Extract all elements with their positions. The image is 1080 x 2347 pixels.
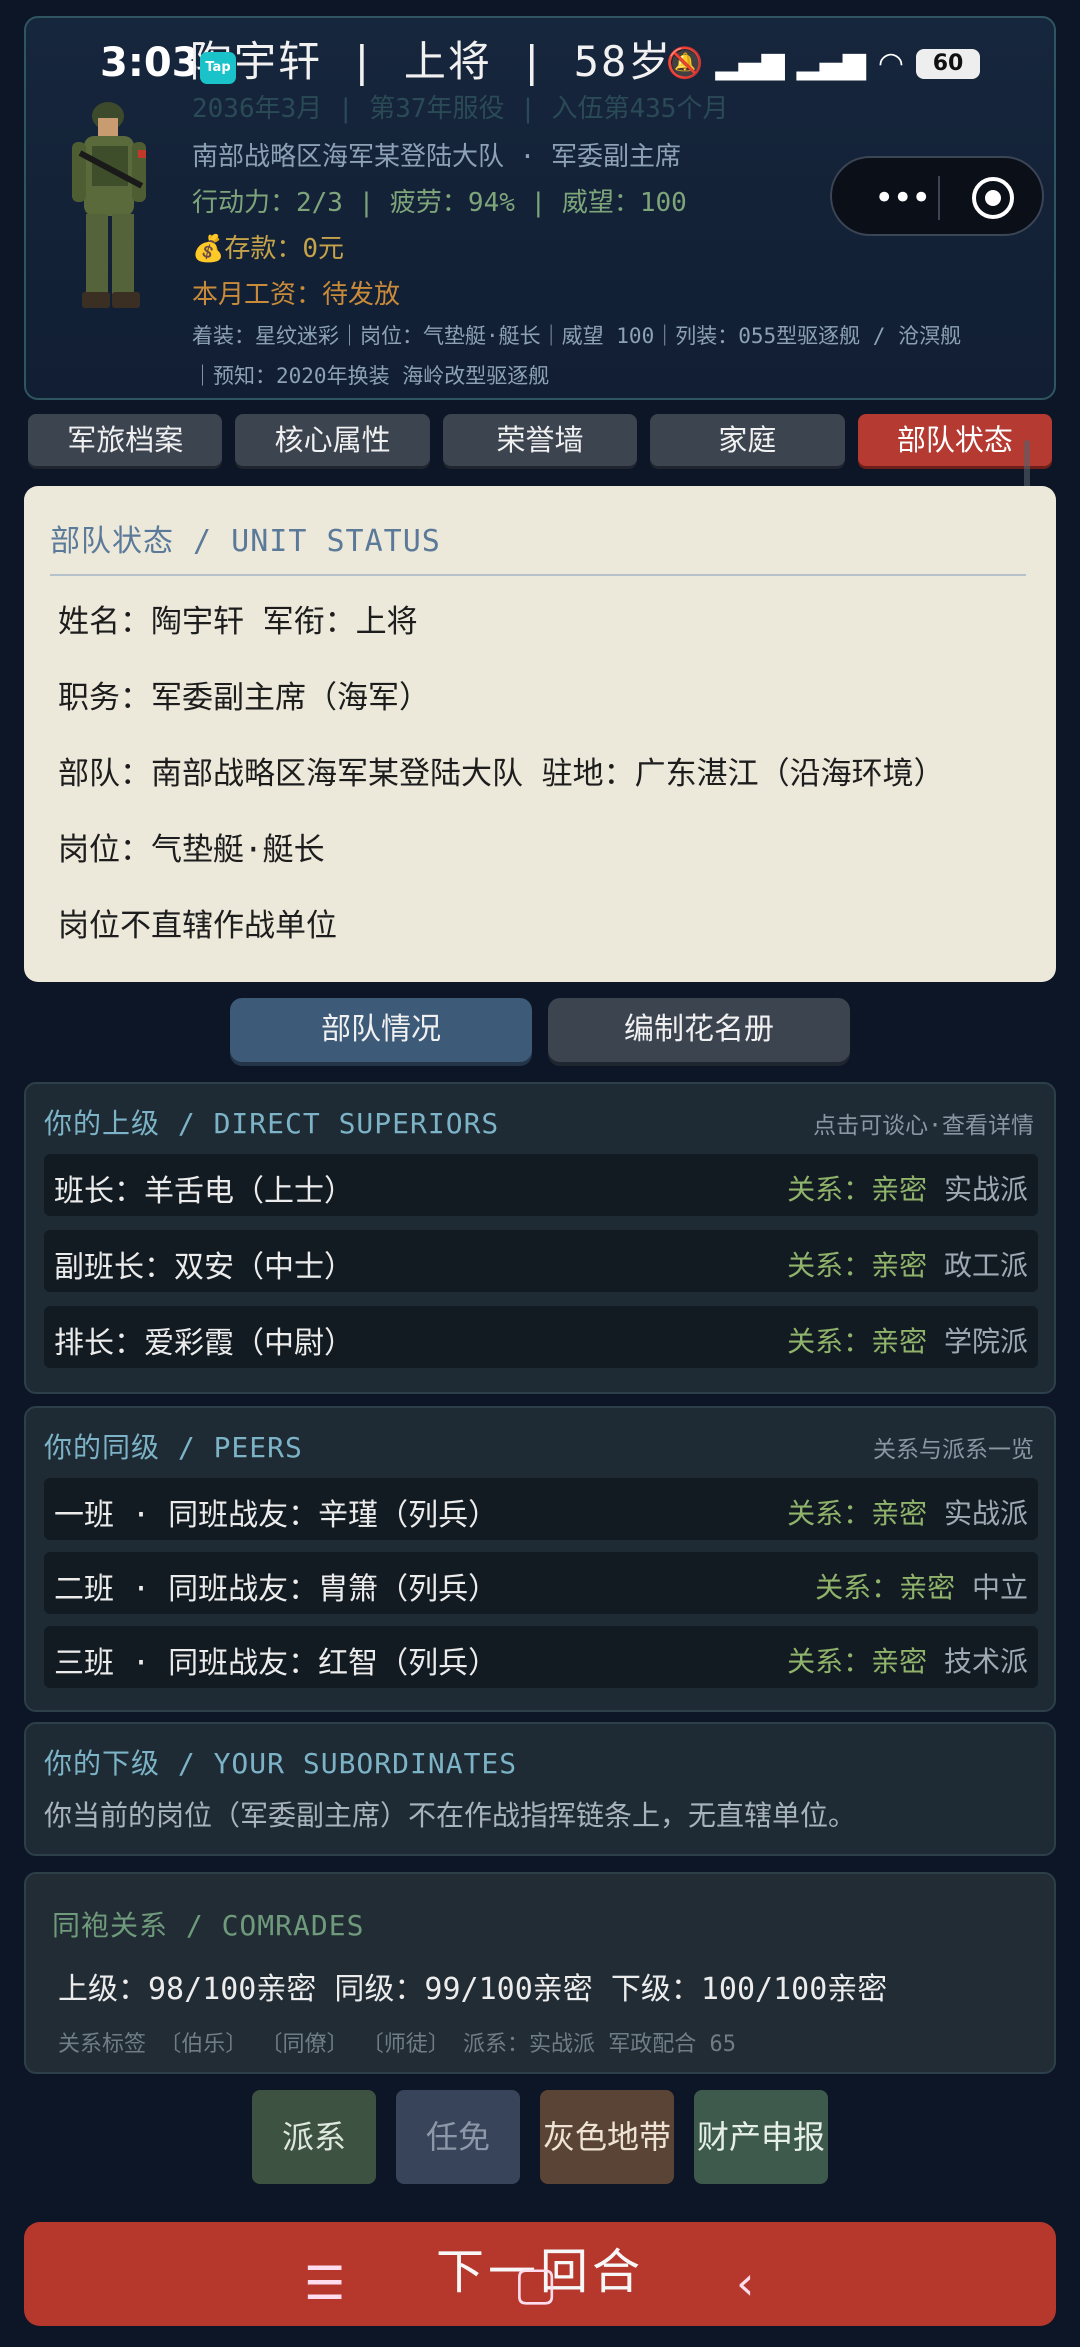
gray-zone-button[interactable]: 灰色地带 [540, 2090, 674, 2184]
superiors-card: 你的上级 / DIRECT SUPERIORS 点击可谈心·查看详情 班长：羊舌… [24, 1082, 1056, 1394]
mute-bell-icon: 🔕 [666, 46, 704, 81]
back-icon[interactable]: ‹ [736, 2256, 754, 2310]
main-tabs: 军旅档案 核心属性 荣誉墙 家庭 部队状态 [28, 414, 1053, 466]
appoint-button[interactable]: 任免 [396, 2090, 520, 2184]
tap-app-icon: Tap [200, 52, 236, 84]
superior-name: 副班长：双安（中士） [54, 1250, 354, 1285]
detail-line-2: ｜预知：2020年换装 海岭改型驱逐舰 [192, 364, 550, 388]
status-line-duty: 职务：军委副主席（海军） [58, 680, 430, 716]
peers-card: 你的同级 / PEERS 关系与派系一览 一班 · 同班战友：辛瑾（列兵） 关系… [24, 1406, 1056, 1712]
wifi-icon: ◠ [877, 46, 904, 81]
peer-name: 二班 · 同班战友：胄箫（列兵） [54, 1572, 499, 1607]
signal-4g-icon: ▂▄▆ [796, 46, 866, 81]
faction-button[interactable]: 派系 [252, 2090, 376, 2184]
peer-relation: 关系：亲密 实战派 [787, 1497, 1028, 1530]
detail-line-1: 着装：星纹迷彩｜岗位：气垫艇·艇长｜威望 100｜列装：055型驱逐舰 / 沧溟… [192, 324, 962, 348]
superior-relation: 关系：亲密 政工派 [787, 1249, 1028, 1282]
player-title: 陶宇轩 | 上将 | 58岁 [190, 37, 673, 86]
menu-icon[interactable]: ☰ [304, 2256, 345, 2310]
status-line-post: 岗位：气垫艇·艇长 [58, 832, 325, 868]
segment-unit-situation[interactable]: 部队情况 [230, 998, 532, 1062]
superiors-title: 你的上级 / DIRECT SUPERIORS [44, 1107, 500, 1140]
peers-hint: 关系与派系一览 [873, 1437, 1034, 1463]
home-icon[interactable]: ▢ [514, 2256, 557, 2310]
peer-relation: 关系：亲密 中立 [815, 1571, 1028, 1604]
tab-unit-status[interactable]: 部队状态 [857, 414, 1053, 466]
panel-title: 部队状态 / UNIT STATUS [50, 524, 441, 559]
asset-declaration-button[interactable]: 财产申报 [694, 2090, 828, 2184]
comrades-tags: 关系标签 〔伯乐〕 〔同僚〕 〔师徒〕 派系：实战派 军政配合 65 [58, 2032, 736, 2057]
tab-family[interactable]: 家庭 [650, 414, 845, 466]
salary-line: 本月工资：待发放 [192, 280, 401, 310]
superior-row[interactable]: 副班长：双安（中士） 关系：亲密 政工派 [44, 1230, 1038, 1292]
divider [50, 574, 1026, 576]
segment-roster[interactable]: 编制花名册 [548, 998, 850, 1062]
superior-relation: 关系：亲密 实战派 [787, 1173, 1028, 1206]
superior-relation: 关系：亲密 学院派 [787, 1325, 1028, 1358]
peer-row[interactable]: 一班 · 同班战友：辛瑾（列兵） 关系：亲密 实战派 [44, 1478, 1038, 1540]
peer-relation: 关系：亲密 技术派 [787, 1645, 1028, 1678]
unit-status-panel: 部队状态 / UNIT STATUS 姓名：陶宇轩 军衔：上将 职务：军委副主席… [24, 486, 1056, 982]
capsule-divider [938, 176, 940, 220]
tab-core-attributes[interactable]: 核心属性 [235, 414, 430, 466]
signal-5g-icon: ▂▄▆ [715, 46, 785, 81]
peer-row[interactable]: 三班 · 同班战友：红智（列兵） 关系：亲密 技术派 [44, 1626, 1038, 1688]
comrades-title: 同袍关系 / COMRADES [52, 1909, 365, 1942]
superiors-hint: 点击可谈心·查看详情 [813, 1113, 1034, 1139]
peer-name: 三班 · 同班战友：红智（列兵） [54, 1646, 499, 1681]
status-bar: 3:03 陶宇轩 | 上将 | 58岁 Tap 🔕 ▂▄▆ ▂▄▆ ◠ 60 [0, 26, 1080, 116]
superior-name: 排长：爱彩霞（中尉） [54, 1326, 354, 1361]
comrades-scores: 上级：98/100亲密 同级：99/100亲密 下级：100/100亲密 [58, 1972, 888, 2007]
battery-icon: 60 [916, 48, 980, 79]
peer-row[interactable]: 二班 · 同班战友：胄箫（列兵） 关系：亲密 中立 [44, 1552, 1038, 1614]
comrades-card: 同袍关系 / COMRADES 上级：98/100亲密 同级：99/100亲密 … [24, 1872, 1056, 2074]
tab-honor-wall[interactable]: 荣誉墙 [442, 414, 638, 466]
peers-title: 你的同级 / PEERS [44, 1431, 303, 1464]
status-line-note: 岗位不直辖作战单位 [58, 908, 337, 944]
savings-line: 💰存款：0元 [192, 234, 345, 264]
status-line-name: 姓名：陶宇轩 军衔：上将 [58, 604, 418, 640]
peer-name: 一班 · 同班战友：辛瑾（列兵） [54, 1498, 499, 1533]
stats-line: 行动力：2/3 | 疲劳：94% | 威望：100 [192, 188, 687, 218]
more-dots-icon[interactable]: ••• [874, 178, 931, 218]
subordinates-title: 你的下级 / YOUR SUBORDINATES [44, 1747, 518, 1780]
superior-row[interactable]: 班长：羊舌电（上士） 关系：亲密 实战派 [44, 1154, 1038, 1216]
close-target-icon[interactable] [972, 177, 1014, 219]
miniprogram-capsule: ••• [830, 156, 1044, 236]
subordinates-card: 你的下级 / YOUR SUBORDINATES 你当前的岗位（军委副主席）不在… [24, 1722, 1056, 1856]
soldier-avatar [72, 102, 146, 308]
status-icons: 🔕 ▂▄▆ ▂▄▆ ◠ 60 [666, 46, 980, 81]
status-line-unit: 部队：南部战略区海军某登陆大队 驻地：广东湛江（沿海环境） [58, 756, 945, 792]
superior-row[interactable]: 排长：爱彩霞（中尉） 关系：亲密 学院派 [44, 1306, 1038, 1368]
tab-military-record[interactable]: 军旅档案 [28, 414, 223, 466]
clock: 3:03 [100, 40, 200, 86]
unit-position-line: 南部战略区海军某登陆大队 · 军委副主席 [192, 142, 681, 172]
superior-name: 班长：羊舌电（上士） [54, 1174, 354, 1209]
subordinates-note: 你当前的岗位（军委副主席）不在作战指挥链条上，无直辖单位。 [44, 1799, 857, 1832]
